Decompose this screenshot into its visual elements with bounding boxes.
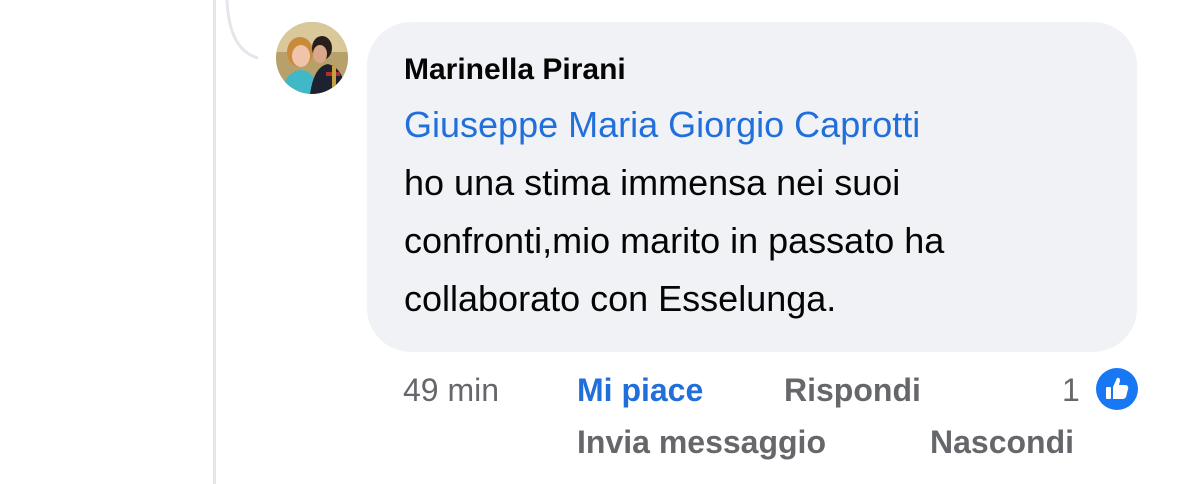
avatar[interactable] (276, 22, 348, 94)
hide-button[interactable]: Nascondi (930, 420, 1074, 464)
reply-button[interactable]: Rispondi (784, 368, 921, 412)
like-button[interactable]: Mi piace (577, 368, 703, 412)
mentioned-user-link[interactable]: Giuseppe Maria Giorgio Caprotti (404, 96, 1101, 154)
send-message-button[interactable]: Invia messaggio (577, 420, 826, 464)
comment-author[interactable]: Marinella Pirani (404, 52, 1101, 88)
comment-timestamp[interactable]: 49 min (403, 368, 499, 412)
reaction-badge[interactable] (1094, 366, 1140, 412)
like-thumb-icon (1096, 368, 1138, 410)
comment-text: ho una stima immensa nei suoi confronti,… (404, 162, 945, 319)
reaction-count[interactable]: 1 (1062, 368, 1080, 412)
avatar-photo (276, 22, 348, 94)
reply-thread-line (213, 0, 216, 484)
comment-bubble: Marinella Pirani Giuseppe Maria Giorgio … (367, 22, 1137, 352)
reply-thread-connector (225, 0, 259, 60)
